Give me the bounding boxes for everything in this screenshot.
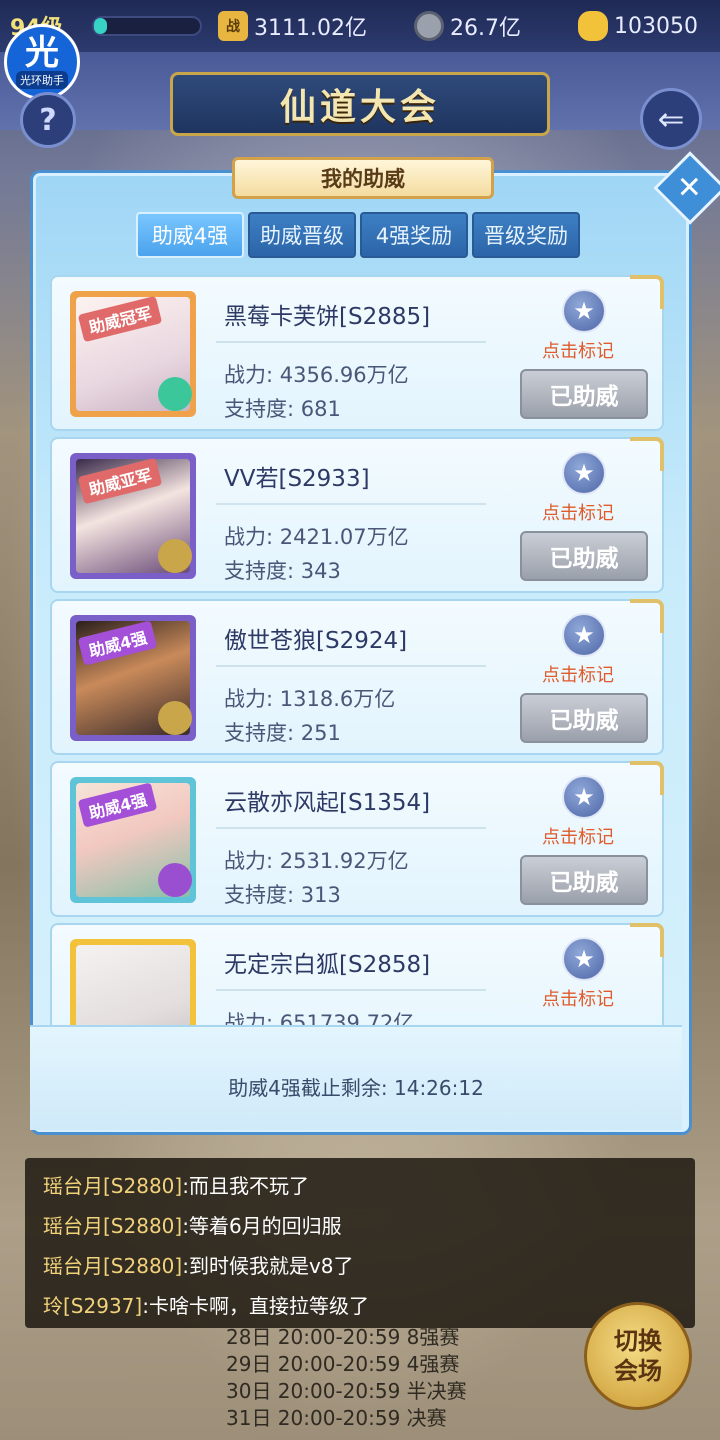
player-avatar[interactable]: 助威冠军 [70,291,196,417]
chat-message: 瑶台月[S2880]:等着6月的回归服 [43,1214,342,1238]
rank-medal-icon [158,863,192,897]
star-icon: ★ [573,459,595,487]
rank-medal-icon [158,701,192,735]
match-schedule: 28日 20:00-20:59 8强赛 29日 20:00-20:59 4强赛 … [226,1324,467,1432]
schedule-row: 30日 20:00-20:59 半决赛 [226,1379,467,1403]
exp-bar [92,16,202,36]
helper-app-logo[interactable]: 光 光环助手 [4,24,80,100]
player-name: VV若[S2933] [224,466,370,492]
cheered-button[interactable]: 已助威 [520,369,648,419]
player-avatar[interactable] [70,939,196,1025]
star-icon: ★ [573,297,595,325]
dialog-title: 我的助威 [321,167,405,191]
deadline-countdown: 助威4强截止剩余: 14:26:12 [228,1076,484,1100]
resource-gold[interactable]: 103050 [578,8,698,44]
dialog-title-plate: 我的助威 [232,157,494,199]
dialog-footer: 助威4强截止剩余: 14:26:12 [30,1025,682,1130]
player-support: 支持度: 251 [224,721,341,745]
help-button[interactable]: ? [20,92,76,148]
tab-top4-rewards[interactable]: 4强奖励 [360,212,468,258]
player-power: 战力: 651739.72亿 [224,1011,415,1025]
player-avatar[interactable]: 助威4强 [70,615,196,741]
schedule-row: 29日 20:00-20:59 4强赛 [226,1352,460,1376]
player-power: 战力: 2531.92万亿 [224,849,409,873]
player-card: 助威4强 傲世苍狼[S2924] 战力: 1318.6万亿 支持度: 251 ★… [50,599,664,755]
chat-message: 玲[S2937]:卡啥卡啊，直接拉等级了 [43,1294,369,1318]
star-mark-button[interactable]: ★ [562,451,606,495]
rank-medal-icon [158,539,192,573]
gold-ingot-icon [578,11,608,41]
resource-combat-power[interactable]: 战 3111.02亿 [218,8,367,44]
top-resource-bar: 94级 战 3111.02亿 26.7亿 103050 [0,0,720,52]
mark-label[interactable]: 点击标记 [542,337,614,363]
back-button[interactable]: ⇐ [640,88,702,150]
tab-promotion-rewards[interactable]: 晋级奖励 [472,212,580,258]
player-avatar[interactable]: 助威4强 [70,777,196,903]
star-mark-button[interactable]: ★ [562,613,606,657]
page-title: 仙道大会 [279,87,440,128]
player-name: 云散亦风起[S1354] [224,790,431,816]
cheered-button[interactable]: 已助威 [520,693,648,743]
player-support: 支持度: 681 [224,397,341,421]
player-name: 傲世苍狼[S2924] [224,628,408,654]
mark-label[interactable]: 点击标记 [542,499,614,525]
star-mark-button[interactable]: ★ [562,775,606,819]
player-support: 支持度: 313 [224,883,341,907]
chat-message: 瑶台月[S2880]:到时候我就是v8了 [43,1254,354,1278]
mark-label[interactable]: 点击标记 [542,823,614,849]
player-card: 助威4强 云散亦风起[S1354] 战力: 2531.92万亿 支持度: 313… [50,761,664,917]
chat-panel[interactable]: 瑶台月[S2880]:而且我不玩了 瑶台月[S2880]:等着6月的回归服 瑶台… [25,1158,695,1328]
star-icon: ★ [573,621,595,649]
schedule-row: 28日 20:00-20:59 8强赛 [226,1325,460,1349]
cheered-button[interactable]: 已助威 [520,531,648,581]
combat-power-icon: 战 [218,11,248,41]
player-name: 黑莓卡芙饼[S2885] [224,304,431,330]
close-icon: ✕ [677,170,703,206]
star-mark-button[interactable]: ★ [562,289,606,333]
tab-cheer-top4[interactable]: 助威4强 [136,212,244,258]
star-icon: ★ [573,783,595,811]
page-title-banner: 仙道大会 [170,72,550,136]
dialog-tabs: 助威4强 助威晋级 4强奖励 晋级奖励 [136,212,580,258]
player-name: 无定宗白狐[S2858] [224,952,431,978]
player-power: 战力: 4356.96万亿 [224,363,409,387]
mark-label[interactable]: 点击标记 [542,661,614,687]
schedule-row: 31日 20:00-20:59 决赛 [226,1406,447,1430]
player-card: 无定宗白狐[S2858] 战力: 651739.72亿 ★ 点击标记 [50,923,664,1025]
tab-cheer-promotion[interactable]: 助威晋级 [248,212,356,258]
player-avatar[interactable]: 助威亚军 [70,453,196,579]
mark-label[interactable]: 点击标记 [542,985,614,1011]
back-arrow-icon: ⇐ [657,100,685,138]
cheered-button[interactable]: 已助威 [520,855,648,905]
player-power: 战力: 2421.07万亿 [224,525,409,549]
switch-venue-button[interactable]: 切换 会场 [584,1302,692,1410]
rank-medal-icon [158,377,192,411]
cheered-player-list[interactable]: 助威冠军 黑莓卡芙饼[S2885] 战力: 4356.96万亿 支持度: 681… [44,275,672,1025]
resource-copper[interactable]: 26.7亿 [414,8,521,44]
player-card: 助威冠军 黑莓卡芙饼[S2885] 战力: 4356.96万亿 支持度: 681… [50,275,664,431]
player-support: 支持度: 343 [224,559,341,583]
star-mark-button[interactable]: ★ [562,937,606,981]
star-icon: ★ [573,945,595,973]
copper-coin-icon [414,11,444,41]
player-card: 助威亚军 VV若[S2933] 战力: 2421.07万亿 支持度: 343 ★… [50,437,664,593]
chat-message: 瑶台月[S2880]:而且我不玩了 [43,1174,309,1198]
player-power: 战力: 1318.6万亿 [224,687,396,711]
